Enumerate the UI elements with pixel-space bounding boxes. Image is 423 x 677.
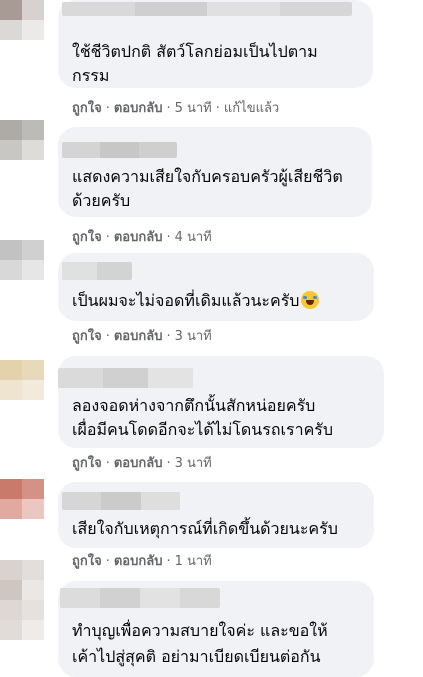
reply-button[interactable]: ตอบกลับ [114,456,163,471]
like-button[interactable]: ถูกใจ [72,554,102,569]
commenter-name-blurred[interactable] [62,2,352,16]
separator: · [215,101,220,116]
comment-text-line: เป็นผมจะไม่จอดที่เดิมแล้วนะครับ [72,289,320,313]
comment-text-line: ลองจอดห่างจากตึกนั้นสักหน่อยครับ [72,396,316,415]
separator: · [105,230,110,245]
comment-actions: ถูกใจ · ตอบกลับ · 3 นาที [72,327,212,347]
separator: · [166,554,171,569]
reply-button[interactable]: ตอบกลับ [114,230,163,245]
comment-text-line: เผื่อมีคนโดดอีกจะได้ไม่โดนรถเราครับ [72,420,334,439]
comment-actions: ถูกใจ · ตอบกลับ · 5 นาที · แก้ไขแล้ว [72,99,279,119]
comment-text-line: กรรม [72,66,110,85]
comment-text: เป็นผมจะไม่จอดที่เดิมแล้วนะครับ [72,291,300,310]
avatar[interactable] [0,360,44,400]
timestamp[interactable]: 5 นาที [175,101,212,116]
commenter-name-blurred[interactable] [62,142,177,158]
comment-text-line: ด้วยครับ [72,191,131,210]
comment-text-line: ใช้ชีวิตปกติ สัตว์โลกย่อมเป็นไปตาม [72,42,318,61]
avatar[interactable] [0,120,44,160]
reply-button[interactable]: ตอบกลับ [114,329,163,344]
commenter-name-blurred[interactable] [60,588,220,608]
separator: · [105,456,110,471]
timestamp[interactable]: 1 นาที [175,554,212,569]
separator: · [166,329,171,344]
commenter-name-blurred[interactable] [58,368,193,388]
commenter-name-blurred[interactable] [62,492,180,510]
timestamp[interactable]: 3 นาที [175,329,212,344]
separator: · [166,101,171,116]
edited-label[interactable]: แก้ไขแล้ว [224,101,279,116]
separator: · [105,329,110,344]
comment-text-line: ทำบุญเพื่อความสบายใจค่ะ และขอให้ [72,621,328,640]
like-button[interactable]: ถูกใจ [72,456,102,471]
comment-actions: ถูกใจ · ตอบกลับ · 3 นาที [72,454,212,474]
commenter-name-blurred[interactable] [62,262,132,280]
timestamp[interactable]: 3 นาที [175,456,212,471]
like-button[interactable]: ถูกใจ [72,230,102,245]
like-button[interactable]: ถูกใจ [72,329,102,344]
avatar[interactable] [0,0,44,40]
avatar[interactable] [0,479,44,519]
reply-button[interactable]: ตอบกลับ [114,554,163,569]
timestamp[interactable]: 4 นาที [175,230,212,245]
avatar[interactable] [0,560,44,600]
comment-text-line: แสดงความเสียใจกับครอบครัวผู้เสียชีวิต [72,167,343,186]
comment-actions: ถูกใจ · ตอบกลับ · 4 นาที [72,228,212,248]
avatar[interactable] [0,600,44,640]
separator: · [166,230,171,245]
like-button[interactable]: ถูกใจ [72,101,102,116]
separator: · [105,554,110,569]
reply-button[interactable]: ตอบกลับ [114,101,163,116]
avatar[interactable] [0,240,44,280]
laughing-crying-emoji-icon [301,291,320,309]
comment-text-line: เสียใจกับเหตุการณ์ที่เกิดขึ้นด้วยนะครับ [72,519,338,538]
separator: · [105,101,110,116]
comment-text-line: เค้าไปสู่สุคติ อย่ามาเบียดเบียนต่อกัน [72,647,321,666]
separator: · [166,456,171,471]
comment-actions: ถูกใจ · ตอบกลับ · 1 นาที [72,552,212,572]
